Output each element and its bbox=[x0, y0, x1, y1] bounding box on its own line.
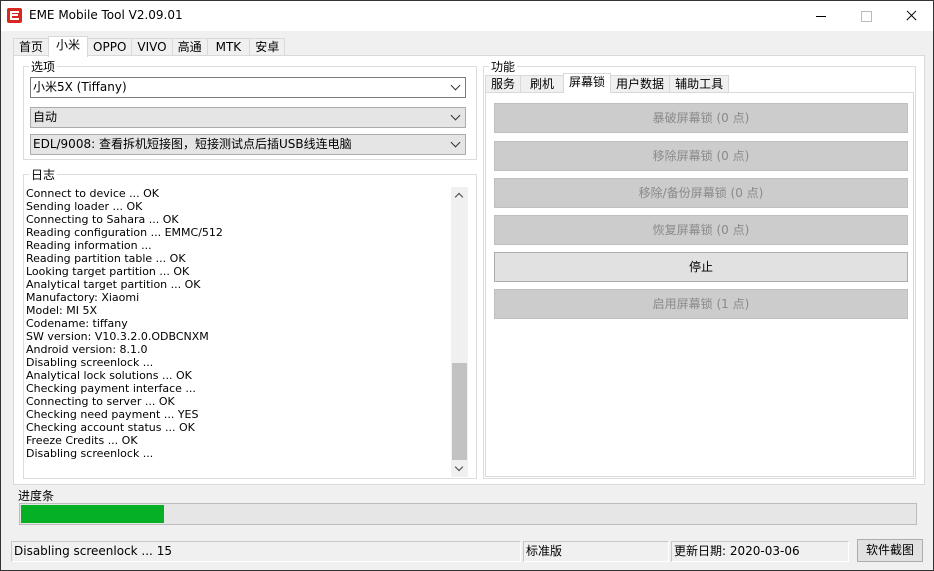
enable-screenlock-button[interactable]: 启用屏幕锁 (1 点) bbox=[494, 289, 908, 319]
options-group: 选项 小米5X (Tiffany) 自动 EDL/9008: 查看拆机短接图，短… bbox=[23, 58, 477, 160]
tab-xiaomi[interactable]: 小米 bbox=[48, 36, 89, 57]
app-logo-icon bbox=[7, 8, 22, 23]
log-line: Analytical lock solutions ... OK bbox=[26, 369, 192, 382]
title-bar[interactable]: EME Mobile Tool V2.09.01 bbox=[1, 1, 933, 31]
log-line: Checking account status ... OK bbox=[26, 421, 195, 434]
minimize-button[interactable] bbox=[799, 1, 843, 31]
maximize-button[interactable] bbox=[844, 1, 888, 31]
model-select[interactable]: 小米5X (Tiffany) bbox=[30, 77, 466, 98]
function-tab-strip: 服务 刷机 屏幕锁 用户数据 辅助工具 bbox=[485, 73, 730, 93]
stop-button[interactable]: 停止 bbox=[494, 252, 908, 282]
tab-aux-tools[interactable]: 辅助工具 bbox=[669, 75, 730, 93]
remove-backup-screenlock-button[interactable]: 移除/备份屏幕锁 (0 点) bbox=[494, 178, 908, 208]
chevron-down-icon bbox=[450, 110, 461, 121]
app-window: EME Mobile Tool V2.09.01 首页 小米 OPPO VIVO… bbox=[0, 0, 934, 571]
progress-fill bbox=[21, 505, 165, 523]
remove-screenlock-button[interactable]: 移除屏幕锁 (0 点) bbox=[494, 141, 908, 171]
status-edition: 标准版 bbox=[523, 541, 669, 562]
mode-select[interactable]: 自动 bbox=[30, 107, 466, 128]
software-screenshot-button[interactable]: 软件截图 bbox=[857, 539, 923, 562]
close-button[interactable] bbox=[889, 1, 933, 31]
log-line: Looking target partition ... OK bbox=[26, 265, 190, 278]
brute-force-screenlock-button[interactable]: 暴破屏幕锁 (0 点) bbox=[494, 103, 908, 133]
screenlock-panel: 暴破屏幕锁 (0 点) 移除屏幕锁 (0 点) 移除/备份屏幕锁 (0 点) 恢… bbox=[485, 92, 914, 477]
options-legend: 选项 bbox=[29, 58, 58, 75]
log-line: Reading partition table ... OK bbox=[26, 252, 186, 265]
log-group: 日志 Connect to device ... OK Sending loade… bbox=[23, 166, 477, 479]
tab-screenlock[interactable]: 屏幕锁 bbox=[563, 73, 612, 93]
model-select-value: 小米5X (Tiffany) bbox=[33, 80, 127, 94]
log-line: Codename: tiffany bbox=[26, 317, 128, 330]
log-lines: Connect to device ... OK Sending loader .… bbox=[24, 187, 468, 460]
log-line: Connecting to Sahara ... OK bbox=[26, 213, 179, 226]
log-line: Manufactory: Xiaomi bbox=[26, 291, 140, 304]
log-line: SW version: V10.3.2.0.ODBCNXM bbox=[26, 330, 209, 343]
log-line: Checking need payment ... YES bbox=[26, 408, 199, 421]
tab-service[interactable]: 服务 bbox=[485, 75, 522, 93]
log-line: Freeze Credits ... OK bbox=[26, 434, 138, 447]
log-line: Model: MI 5X bbox=[26, 304, 97, 317]
edl-select[interactable]: EDL/9008: 查看拆机短接图，短接测试点后插USB线连电脑 bbox=[30, 134, 466, 155]
edl-select-value: EDL/9008: 查看拆机短接图，短接测试点后插USB线连电脑 bbox=[33, 137, 352, 151]
log-line: Reading configuration ... EMMC/512 bbox=[26, 226, 223, 239]
mode-select-value: 自动 bbox=[33, 110, 58, 124]
main-tab-strip: 首页 小米 OPPO VIVO 高通 MTK 安卓 bbox=[13, 36, 286, 57]
restore-screenlock-button[interactable]: 恢复屏幕锁 (0 点) bbox=[494, 215, 908, 245]
log-line: Android version: 8.1.0 bbox=[26, 343, 148, 356]
progress-bar bbox=[19, 503, 917, 525]
log-line: Checking payment interface ... bbox=[26, 382, 196, 395]
chevron-down-icon bbox=[450, 80, 461, 91]
status-update-date: 更新日期: 2020-03-06 bbox=[671, 541, 849, 562]
log-line: Disabling screenlock ... bbox=[26, 447, 154, 460]
window-title: EME Mobile Tool V2.09.01 bbox=[29, 8, 183, 22]
log-line: Disabling screenlock ... bbox=[26, 356, 154, 369]
log-scrollbar[interactable] bbox=[451, 187, 468, 477]
log-line: Reading information ... bbox=[26, 239, 152, 252]
tab-flash[interactable]: 刷机 bbox=[520, 75, 565, 93]
log-line: Analytical target partition ... OK bbox=[26, 278, 201, 291]
log-line: Connecting to server ... OK bbox=[26, 395, 175, 408]
progress-label: 进度条 bbox=[18, 489, 55, 503]
log-legend: 日志 bbox=[29, 166, 58, 183]
status-message: Disabling screenlock ... 15 bbox=[11, 541, 521, 562]
log-line: Sending loader ... OK bbox=[26, 200, 143, 213]
log-line: Connect to device ... OK bbox=[26, 187, 160, 200]
scroll-thumb[interactable] bbox=[452, 363, 467, 460]
log-textarea[interactable]: Connect to device ... OK Sending loader .… bbox=[24, 187, 468, 477]
chevron-down-icon bbox=[450, 137, 461, 148]
scroll-up-arrow-icon[interactable] bbox=[451, 187, 468, 204]
tab-user-data[interactable]: 用户数据 bbox=[610, 75, 671, 93]
scroll-down-arrow-icon[interactable] bbox=[451, 460, 468, 477]
